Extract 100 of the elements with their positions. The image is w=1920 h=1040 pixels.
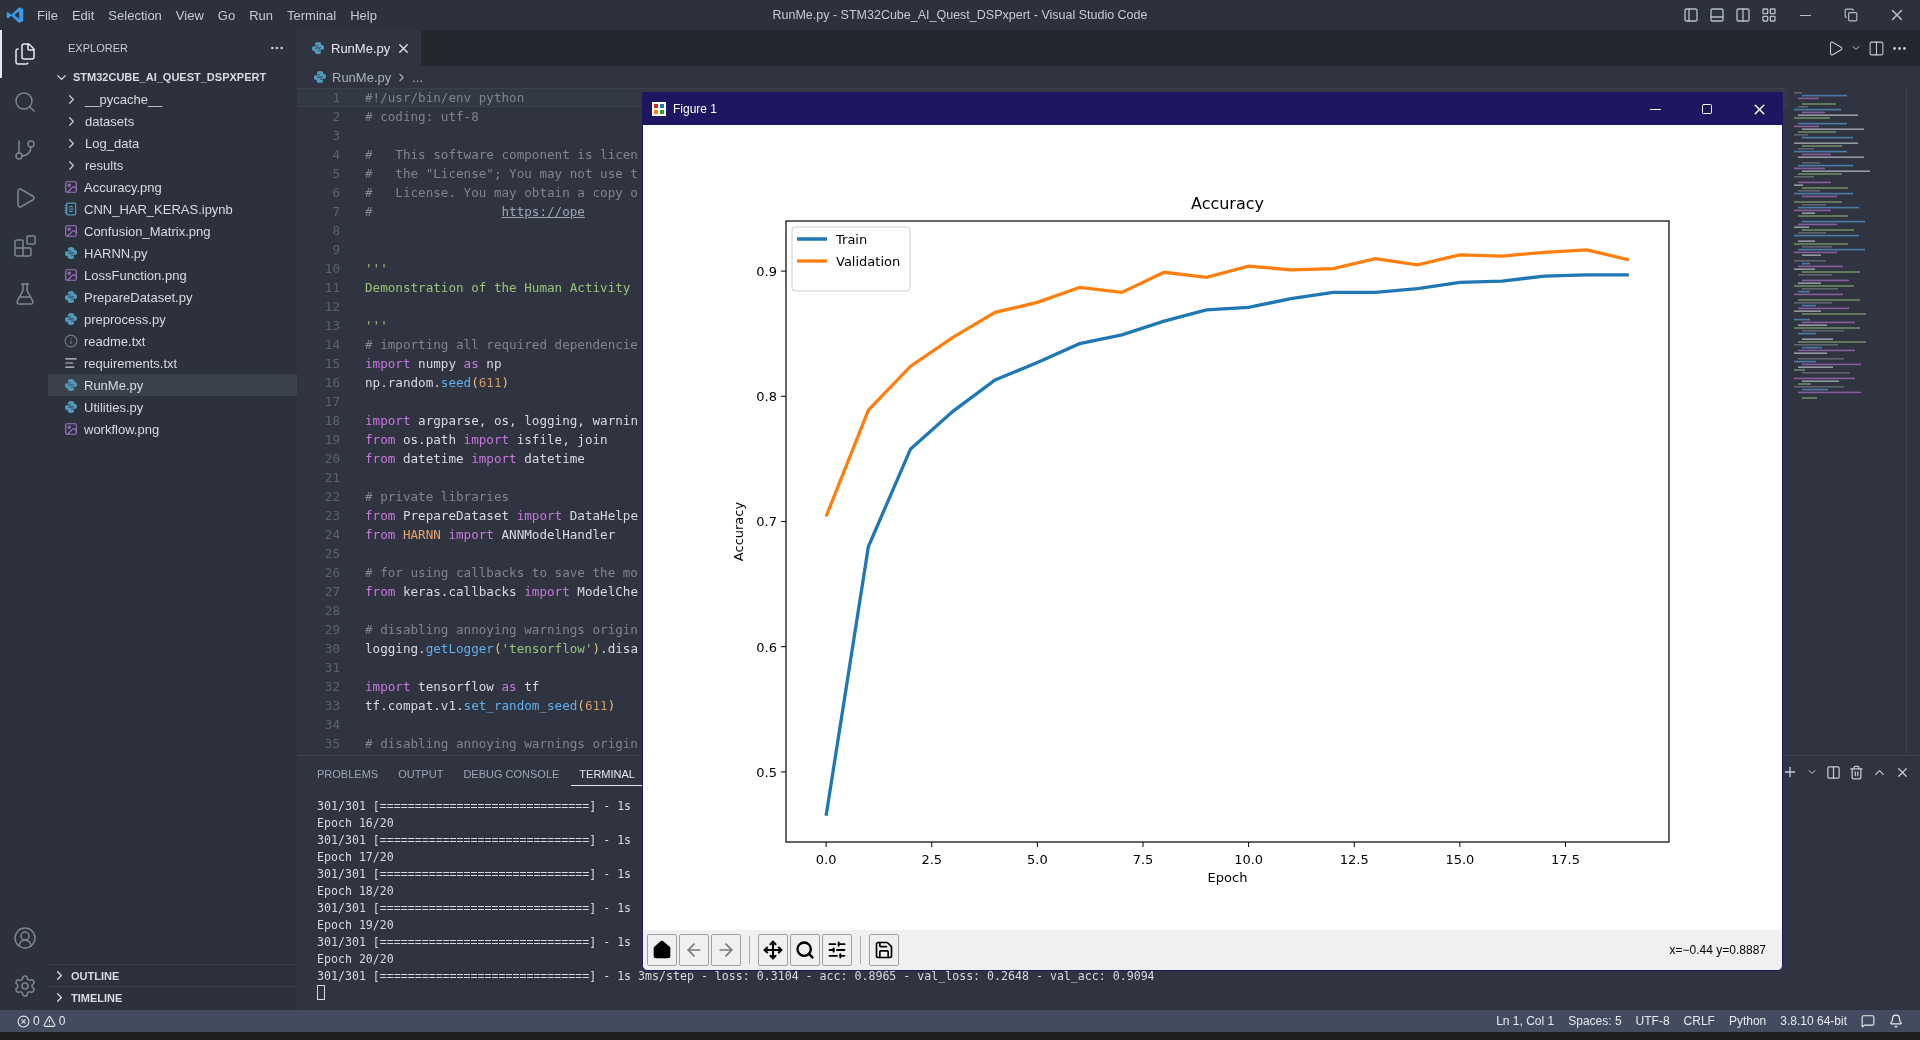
- image-file-icon: [64, 224, 78, 238]
- terminal-line: 301/301 [==============================] - 1s: [317, 866, 632, 883]
- bell-icon: [1889, 1014, 1903, 1028]
- code-text: # coding: utf-8: [365, 109, 479, 124]
- panel-tab[interactable]: PROBLEMS: [309, 762, 387, 786]
- window-title: RunMe.py - STM32Cube_AI_Quest_DSPxpert - Visual Studio Code: [772, 8, 1148, 22]
- figure-app-icon: [651, 101, 667, 117]
- folder-tree-entry[interactable]: datasets: [48, 110, 297, 132]
- explorer-tree-entry[interactable]: CNN_HAR_KERAS.ipynb: [48, 198, 297, 220]
- folder-tree-entry[interactable]: results: [48, 154, 297, 176]
- status-item[interactable]: Python: [1721, 1010, 1774, 1032]
- python-file-icon: [64, 312, 78, 326]
- terminal-line: Epoch 17/20: [317, 849, 394, 866]
- pan-button[interactable]: [758, 934, 788, 966]
- explorer-tree-entry[interactable]: HARNN.py: [48, 242, 297, 264]
- status-item[interactable]: Ln 1, Col 1: [1489, 1010, 1562, 1032]
- code-text: # private libraries: [365, 489, 510, 504]
- folder-tree-entry[interactable]: Log_data: [48, 132, 297, 154]
- explorer-tree-entry[interactable]: preprocess.py: [48, 308, 297, 330]
- forward-button[interactable]: [711, 934, 741, 966]
- grid-icon: [1761, 7, 1777, 23]
- explorer-tree-entry[interactable]: Confusion_Matrix.png: [48, 220, 297, 242]
- save-button[interactable]: [869, 934, 899, 966]
- search-icon: [795, 940, 815, 960]
- tick-label: 0.0: [815, 852, 837, 867]
- tick-label: 15.0: [1445, 852, 1475, 867]
- python-file-icon: [64, 246, 78, 260]
- status-item[interactable]: Spaces: 5: [1561, 1010, 1629, 1032]
- code-text: from os.path import isfile, join: [365, 432, 608, 447]
- tick-label: 0.6: [756, 639, 777, 655]
- flask-icon: [13, 282, 37, 306]
- breadcrumb-item[interactable]: ...: [412, 69, 424, 85]
- panel-tab[interactable]: OUTPUT: [390, 762, 452, 786]
- home-button[interactable]: [647, 934, 677, 966]
- restore-icon: [1844, 8, 1858, 22]
- account-icon: [13, 926, 37, 950]
- section-header[interactable]: TIMELINE: [48, 986, 297, 1008]
- status-item[interactable]: CRLF: [1676, 1010, 1722, 1032]
- split-editor-icon[interactable]: [1868, 39, 1885, 57]
- zoom-button[interactable]: [790, 934, 820, 966]
- folder-header[interactable]: STM32CUBE_AI_QUEST_DSPXPERT: [48, 66, 297, 88]
- tick-label: 0.9: [756, 264, 777, 280]
- menu-item[interactable]: Edit: [64, 0, 102, 30]
- code-text: # disabling annoying warnings origin: [365, 622, 638, 637]
- configure-button[interactable]: [822, 934, 852, 966]
- explorer-tree-entry[interactable]: Utilities.py: [48, 396, 297, 418]
- terminal-line: 301/301 [==============================] - 1s: [317, 900, 632, 917]
- status-item[interactable]: UTF-8: [1628, 1010, 1677, 1032]
- status-item[interactable]: 3.8.10 64-bit: [1773, 1010, 1854, 1032]
- explorer-tree-entry[interactable]: Accuracy.png: [48, 176, 297, 198]
- menu-item[interactable]: Go: [210, 0, 243, 30]
- code-text: from keras.callbacks import ModelChe: [365, 584, 638, 599]
- run-icon[interactable]: [1827, 39, 1844, 57]
- figure-title: Figure 1: [673, 102, 718, 116]
- explorer-tree-entry[interactable]: RunMe.py: [48, 374, 297, 396]
- panel-tab[interactable]: DEBUG CONSOLE: [455, 762, 568, 786]
- explorer-tree-entry[interactable]: readme.txt: [48, 330, 297, 352]
- explorer-tree-entry[interactable]: workflow.png: [48, 418, 297, 440]
- split-terminal-icon[interactable]: [1826, 764, 1841, 780]
- blocks-icon: [13, 234, 37, 258]
- sidebar-layout-icon: [1683, 7, 1699, 23]
- code-text: # License. You may obtain a copy o: [365, 185, 638, 200]
- panel-layout-icon: [1709, 7, 1725, 23]
- menu-item[interactable]: File: [30, 0, 65, 30]
- explorer-tree-entry[interactable]: PrepareDataset.py: [48, 286, 297, 308]
- axis-label: Accuracy: [731, 501, 746, 562]
- tick-label: 7.5: [1132, 852, 1154, 867]
- menu-item[interactable]: Selection: [101, 0, 169, 30]
- python-file-icon: [64, 290, 78, 304]
- menu-item[interactable]: Terminal: [280, 0, 344, 30]
- menu-item[interactable]: Help: [343, 0, 384, 30]
- add-icon[interactable]: [1782, 764, 1798, 780]
- error-count: 0: [33, 1014, 40, 1028]
- image-file-icon: [64, 268, 78, 282]
- code-text: ''': [365, 261, 388, 276]
- menu-item[interactable]: View: [168, 0, 211, 30]
- folder-tree-entry[interactable]: __pycache__: [48, 88, 297, 110]
- axis-label: Epoch: [1207, 870, 1248, 885]
- terminal-line: Epoch 18/20: [317, 883, 394, 900]
- code-text: #!/usr/bin/env python: [365, 90, 525, 105]
- image-file-icon: [64, 422, 78, 436]
- code-text: # importing all required dependencie: [365, 337, 638, 352]
- tick-label: 5.0: [1027, 852, 1048, 867]
- editor-tab[interactable]: RunMe.py: [297, 30, 422, 66]
- menu-item[interactable]: Run: [242, 0, 280, 30]
- breadcrumb-item[interactable]: RunMe.py: [313, 69, 392, 85]
- cursor-coordinates: x=−0.44 y=0.8887: [1669, 943, 1766, 957]
- section-header[interactable]: OUTLINE: [48, 964, 297, 986]
- problems-status[interactable]: 0 0: [10, 1010, 73, 1032]
- sliders-icon: [827, 940, 847, 960]
- terminal-line: Epoch 20/20: [317, 951, 394, 968]
- python-file-icon: [313, 70, 327, 84]
- python-file-icon: [64, 400, 78, 414]
- explorer-tree-entry[interactable]: requirements.txt: [48, 352, 297, 374]
- code-text: import argparse, os, logging, warnin: [365, 413, 638, 428]
- cursor-icon: [317, 985, 325, 1000]
- text-file-icon: [64, 356, 78, 370]
- explorer-tree-entry[interactable]: LossFunction.png: [48, 264, 297, 286]
- terminal-line: Epoch 19/20: [317, 917, 394, 934]
- trash-icon[interactable]: [1849, 764, 1864, 780]
